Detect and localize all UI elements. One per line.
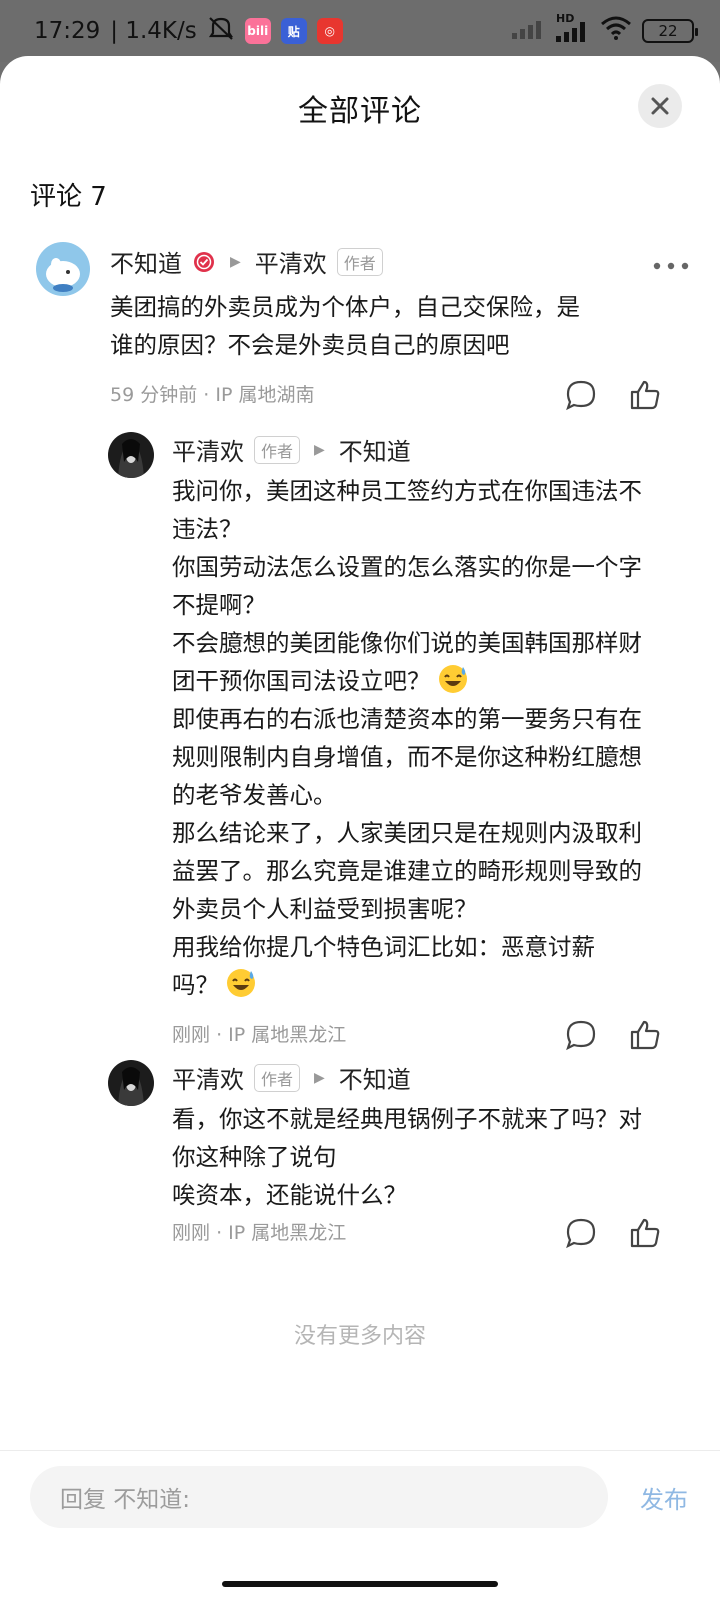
reply-input[interactable]: 回复 不知道: <box>30 1466 608 1528</box>
reply-comment-icon[interactable] <box>564 378 598 412</box>
more-options-icon[interactable] <box>652 256 690 275</box>
comment-header: 不知道 ▶ 平清欢 作者 <box>110 244 383 279</box>
divider <box>0 1450 720 1451</box>
comment-line: 唉资本，还能说什么？ <box>172 1181 407 1209</box>
comment-line: 谁的原因？不会是外卖员自己的原因吧 <box>110 331 510 359</box>
author-tag: 作者 <box>254 1063 301 1092</box>
reply-body: 看，你这不就是经典甩锅例子不就来了吗？对 你这种除了说句 唉资本，还能说什么？ <box>172 1100 642 1214</box>
battery-icon: 22 <box>642 19 698 43</box>
reply-input-placeholder: 回复 不知道: <box>60 1487 191 1513</box>
reply-arrow-icon: ▶ <box>230 253 241 270</box>
comment-line: 的老爷发善心。 <box>172 781 337 809</box>
comment-line-text: 团干预你国司法设立吧？ <box>172 667 431 695</box>
comment-meta: 59 分钟前 · IP 属地湖南 <box>110 380 314 407</box>
signal-hd-icon: HD <box>556 12 590 42</box>
meta-separator: · <box>216 1024 223 1046</box>
comment-count: 评论 7 <box>30 182 107 212</box>
mute-icon <box>207 15 235 47</box>
author-name[interactable]: 平清欢 <box>172 1060 244 1095</box>
close-button[interactable] <box>638 84 682 128</box>
signal-weak-icon <box>512 17 546 45</box>
verified-badge-icon <box>192 250 216 274</box>
tieba-icon: 贴 <box>280 18 307 44</box>
comment-body: 美团搞的外卖员成为个体户，自己交保险，是 谁的原因？不会是外卖员自己的原因吧 <box>110 288 580 364</box>
reply-meta: 刚刚 · IP 属地黑龙江 <box>172 1218 346 1245</box>
comment-time: 刚刚 <box>172 1222 211 1244</box>
like-icon[interactable] <box>628 1018 662 1052</box>
author-name[interactable]: 平清欢 <box>172 432 244 467</box>
comment-line: 不提啊？ <box>172 591 266 619</box>
comment-line: 违法？ <box>172 515 243 543</box>
sweat-smile-emoji-icon <box>438 665 467 693</box>
netease-music-icon: ◎ <box>316 18 343 44</box>
comment-line: 不会臆想的美团能像你们说的美国韩国那样财 <box>172 629 642 657</box>
comment-line: 你国劳动法怎么设置的怎么落实的你是一个字 <box>172 553 642 581</box>
comment-time: 刚刚 <box>172 1024 211 1046</box>
comment-location: IP 属地黑龙江 <box>228 1222 347 1244</box>
home-indicator[interactable] <box>222 1581 498 1587</box>
reply-body: 我问你，美团这种员工签约方式在你国违法不 违法？ 你国劳动法怎么设置的怎么落实的… <box>172 472 642 1004</box>
comment-line: 我问你，美团这种员工签约方式在你国违法不 <box>172 477 642 505</box>
close-icon <box>651 97 669 115</box>
comment-line: 吗？ <box>172 966 642 1004</box>
comment-time: 59 分钟前 <box>110 384 198 406</box>
comment-line: 你这种除了说句 <box>172 1143 337 1171</box>
reply-to-name[interactable]: 不知道 <box>339 1060 411 1095</box>
comment-location: IP 属地湖南 <box>215 384 315 406</box>
no-more-content: 没有更多内容 <box>293 1324 426 1349</box>
comments-sheet: 全部评论 评论 7 不知道 ▶ 平清欢 作者 美团搞的外卖员成为个体户，自己交保… <box>0 56 720 1600</box>
comment-line-text: 吗？ <box>172 971 219 999</box>
comment-line: 规则限制内自身增值，而不是你这种粉红臆想 <box>172 743 642 771</box>
author-tag: 作者 <box>254 435 301 464</box>
sheet-title: 全部评论 <box>298 94 422 129</box>
author-tag: 作者 <box>336 247 383 276</box>
comment-line: 那么结论来了，人家美团只是在规则内汲取利 <box>172 819 642 847</box>
wifi-icon <box>600 16 632 46</box>
status-bar: 17:29 | 1.4K/s bili 贴 ◎ HD 22 <box>0 0 720 62</box>
comment-line: 即使再右的右派也清楚资本的第一要务只有在 <box>172 705 642 733</box>
sweat-smile-emoji-icon <box>227 969 255 997</box>
status-time: 17:29 <box>34 18 101 44</box>
like-icon[interactable] <box>628 1216 662 1250</box>
avatar[interactable] <box>108 1060 154 1106</box>
reply-arrow-icon: ▶ <box>314 1069 325 1086</box>
reply-header: 平清欢 作者 ▶ 不知道 <box>172 432 411 467</box>
meta-separator: · <box>216 1222 223 1244</box>
comment-location: IP 属地黑龙江 <box>228 1024 347 1046</box>
reply-to-name[interactable]: 平清欢 <box>255 244 327 279</box>
reply-to-name[interactable]: 不知道 <box>339 432 411 467</box>
reply-arrow-icon: ▶ <box>314 441 325 458</box>
comment-line: 美团搞的外卖员成为个体户，自己交保险，是 <box>110 293 580 321</box>
meta-separator: · <box>203 384 210 406</box>
reply-header: 平清欢 作者 ▶ 不知道 <box>172 1060 411 1095</box>
avatar[interactable] <box>36 242 90 296</box>
reply-comment-icon[interactable] <box>564 1018 598 1052</box>
comment-line: 看，你这不就是经典甩锅例子不就来了吗？对 <box>172 1105 642 1133</box>
avatar[interactable] <box>108 432 154 478</box>
comment-line: 团干预你国司法设立吧？ <box>172 662 642 700</box>
comment-line: 用我给你提几个特色词汇比如：恶意讨薪 <box>172 933 595 961</box>
status-speed: | 1.4K/s <box>110 18 197 44</box>
author-name[interactable]: 不知道 <box>110 244 182 279</box>
comment-line: 益罢了。那么究竟是谁建立的畸形规则导致的 <box>172 857 642 885</box>
bilibili-icon: bili <box>244 18 271 44</box>
like-icon[interactable] <box>628 378 662 412</box>
reply-meta: 刚刚 · IP 属地黑龙江 <box>172 1020 346 1047</box>
comment-line: 外卖员个人利益受到损害呢？ <box>172 895 478 923</box>
publish-button[interactable]: 发布 <box>640 1480 688 1515</box>
reply-comment-icon[interactable] <box>564 1216 598 1250</box>
